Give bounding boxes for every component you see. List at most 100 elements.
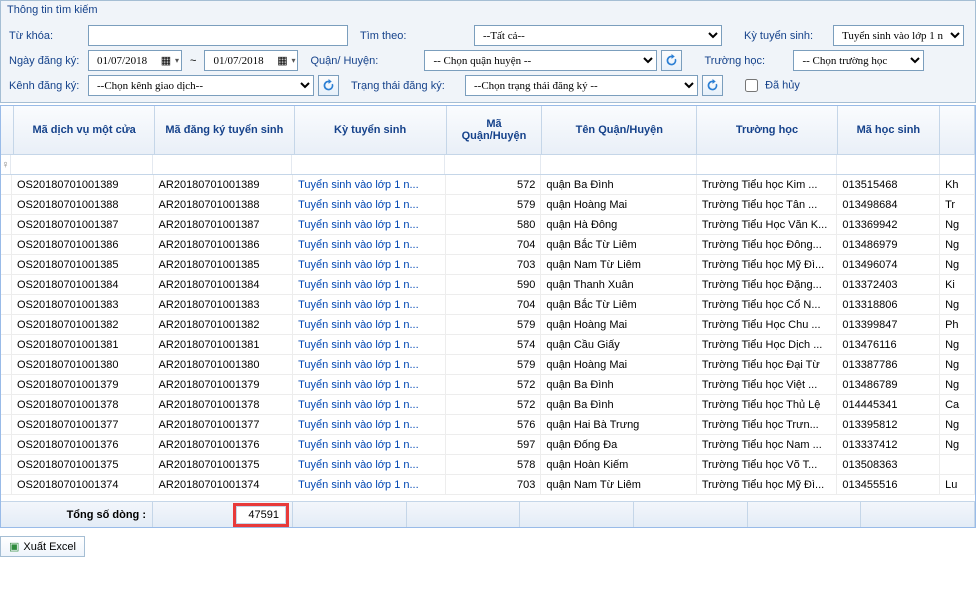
cell-c8: Ng: [940, 235, 975, 255]
cell-c2: AR20180701001377: [154, 415, 294, 435]
col-student-code[interactable]: Mã học sinh: [838, 106, 940, 154]
cell-c6: Trường Tiểu học Võ T...: [697, 455, 838, 475]
cell-c0: [1, 335, 12, 355]
district-label: Quận/ Huyện:: [310, 55, 420, 67]
calendar-icon[interactable]: ▦: [275, 54, 289, 68]
cell-c4: 703: [446, 255, 542, 275]
table-row[interactable]: OS20180701001389AR20180701001389Tuyển si…: [1, 175, 975, 195]
cell-c5: quận Hoàng Mai: [541, 315, 697, 335]
export-excel-button[interactable]: ▣ Xuất Excel: [0, 536, 85, 557]
grid-body[interactable]: OS20180701001389AR20180701001389Tuyển si…: [1, 175, 975, 501]
col-district-code[interactable]: Mã Quận/Huyện: [447, 106, 543, 154]
session-select[interactable]: Tuyển sinh vào lớp 1 n: [833, 25, 964, 46]
cell-c6: Trường Tiểu Học Dịch ...: [697, 335, 838, 355]
table-row[interactable]: OS20180701001385AR20180701001385Tuyển si…: [1, 255, 975, 275]
cell-c3: Tuyển sinh vào lớp 1 n...: [293, 355, 446, 375]
cell-c1: OS20180701001386: [12, 235, 154, 255]
table-row[interactable]: OS20180701001381AR20180701001381Tuyển si…: [1, 335, 975, 355]
table-row[interactable]: OS20180701001377AR20180701001377Tuyển si…: [1, 415, 975, 435]
search-by-select[interactable]: --Tất cả--: [474, 25, 722, 46]
table-row[interactable]: OS20180701001382AR20180701001382Tuyển si…: [1, 315, 975, 335]
cell-c5: quận Hoàng Mai: [541, 195, 697, 215]
col-district-name[interactable]: Tên Quận/Huyện: [542, 106, 697, 154]
cell-c0: [1, 455, 12, 475]
cell-c7: 013515468: [837, 175, 940, 195]
keyword-input[interactable]: [88, 25, 348, 46]
cell-c1: OS20180701001376: [12, 435, 154, 455]
refresh-channel-button[interactable]: [318, 75, 339, 96]
cell-c5: quận Thanh Xuân: [541, 275, 697, 295]
table-row[interactable]: OS20180701001383AR20180701001383Tuyển si…: [1, 295, 975, 315]
cell-c1: OS20180701001375: [12, 455, 154, 475]
cell-c3: Tuyển sinh vào lớp 1 n...: [293, 335, 446, 355]
cell-c3: Tuyển sinh vào lớp 1 n...: [293, 415, 446, 435]
col-reg-code[interactable]: Mã đăng ký tuyển sinh: [155, 106, 294, 154]
cell-c7: 013395812: [837, 415, 940, 435]
grid-header: Mã dịch vụ một cửa Mã đăng ký tuyển sinh…: [1, 106, 975, 155]
table-row[interactable]: OS20180701001384AR20180701001384Tuyển si…: [1, 275, 975, 295]
status-select[interactable]: --Chọn trạng thái đăng ký --: [465, 75, 698, 96]
cell-c4: 572: [446, 375, 542, 395]
school-select[interactable]: -- Chọn trường học: [793, 50, 924, 71]
cell-c2: AR20180701001384: [154, 275, 294, 295]
cell-c3: Tuyển sinh vào lớp 1 n...: [293, 175, 446, 195]
table-row[interactable]: OS20180701001376AR20180701001376Tuyển si…: [1, 435, 975, 455]
table-row[interactable]: OS20180701001379AR20180701001379Tuyển si…: [1, 375, 975, 395]
refresh-district-button[interactable]: [661, 50, 682, 71]
date-from-input[interactable]: [93, 52, 159, 70]
calendar-icon[interactable]: ▦: [159, 54, 173, 68]
cell-c7: 013455516: [837, 475, 940, 495]
channel-label: Kênh đăng ký:: [9, 80, 84, 92]
school-label: Trường học:: [704, 55, 789, 67]
district-select[interactable]: -- Chọn quận huyện --: [424, 50, 657, 71]
cell-c8: Ng: [940, 255, 975, 275]
cell-c6: Trường Tiểu học Thủ Lệ: [697, 395, 838, 415]
channel-select[interactable]: --Chọn kênh giao dịch--: [88, 75, 314, 96]
cell-c0: [1, 435, 12, 455]
table-row[interactable]: OS20180701001375AR20180701001375Tuyển si…: [1, 455, 975, 475]
cell-c1: OS20180701001383: [12, 295, 154, 315]
chevron-down-icon[interactable]: ▾: [291, 56, 295, 65]
cancelled-checkbox[interactable]: [745, 79, 758, 92]
cell-c3: Tuyển sinh vào lớp 1 n...: [293, 275, 446, 295]
cell-c7: 013496074: [837, 255, 940, 275]
col-school[interactable]: Trường học: [697, 106, 837, 154]
table-row[interactable]: OS20180701001386AR20180701001386Tuyển si…: [1, 235, 975, 255]
chevron-down-icon[interactable]: ▾: [175, 56, 179, 65]
refresh-status-button[interactable]: [702, 75, 723, 96]
date-from-field[interactable]: ▦ ▾: [88, 50, 182, 71]
cell-c2: AR20180701001385: [154, 255, 294, 275]
cell-c7: 013476116: [837, 335, 940, 355]
cell-c6: Trường Tiểu học Tân ...: [697, 195, 838, 215]
cell-c5: quận Cầu Giấy: [541, 335, 697, 355]
date-to-input[interactable]: [209, 52, 275, 70]
cancelled-label: Đã hủy: [765, 79, 800, 91]
cell-c5: quận Đống Đa: [541, 435, 697, 455]
cell-c1: OS20180701001388: [12, 195, 154, 215]
table-row[interactable]: OS20180701001374AR20180701001374Tuyển si…: [1, 475, 975, 495]
cell-c7: 013369942: [837, 215, 940, 235]
total-rows-label: Tổng số dòng :: [1, 502, 153, 527]
cell-c7: 013337412: [837, 435, 940, 455]
cell-c0: [1, 375, 12, 395]
table-row[interactable]: OS20180701001387AR20180701001387Tuyển si…: [1, 215, 975, 235]
table-row[interactable]: OS20180701001380AR20180701001380Tuyển si…: [1, 355, 975, 375]
cell-c0: [1, 295, 12, 315]
table-row[interactable]: OS20180701001388AR20180701001388Tuyển si…: [1, 195, 975, 215]
cell-c8: Lu: [940, 475, 975, 495]
date-separator: ~: [186, 55, 200, 67]
grid-filter-row[interactable]: ♀: [1, 155, 975, 175]
cell-c0: [1, 255, 12, 275]
cell-c8: [940, 455, 975, 475]
cell-c6: Trường Tiểu học Đại Từ: [697, 355, 838, 375]
col-extra[interactable]: [940, 106, 975, 154]
date-to-field[interactable]: ▦ ▾: [204, 50, 298, 71]
col-session[interactable]: Kỳ tuyển sinh: [295, 106, 447, 154]
col-service-code[interactable]: Mã dịch vụ một cửa: [14, 106, 155, 154]
cell-c3: Tuyển sinh vào lớp 1 n...: [293, 475, 446, 495]
cell-c3: Tuyển sinh vào lớp 1 n...: [293, 315, 446, 335]
table-row[interactable]: OS20180701001378AR20180701001378Tuyển si…: [1, 395, 975, 415]
filter-icon[interactable]: ♀: [1, 155, 11, 174]
cell-c8: Ca: [940, 395, 975, 415]
cell-c7: 013372403: [837, 275, 940, 295]
